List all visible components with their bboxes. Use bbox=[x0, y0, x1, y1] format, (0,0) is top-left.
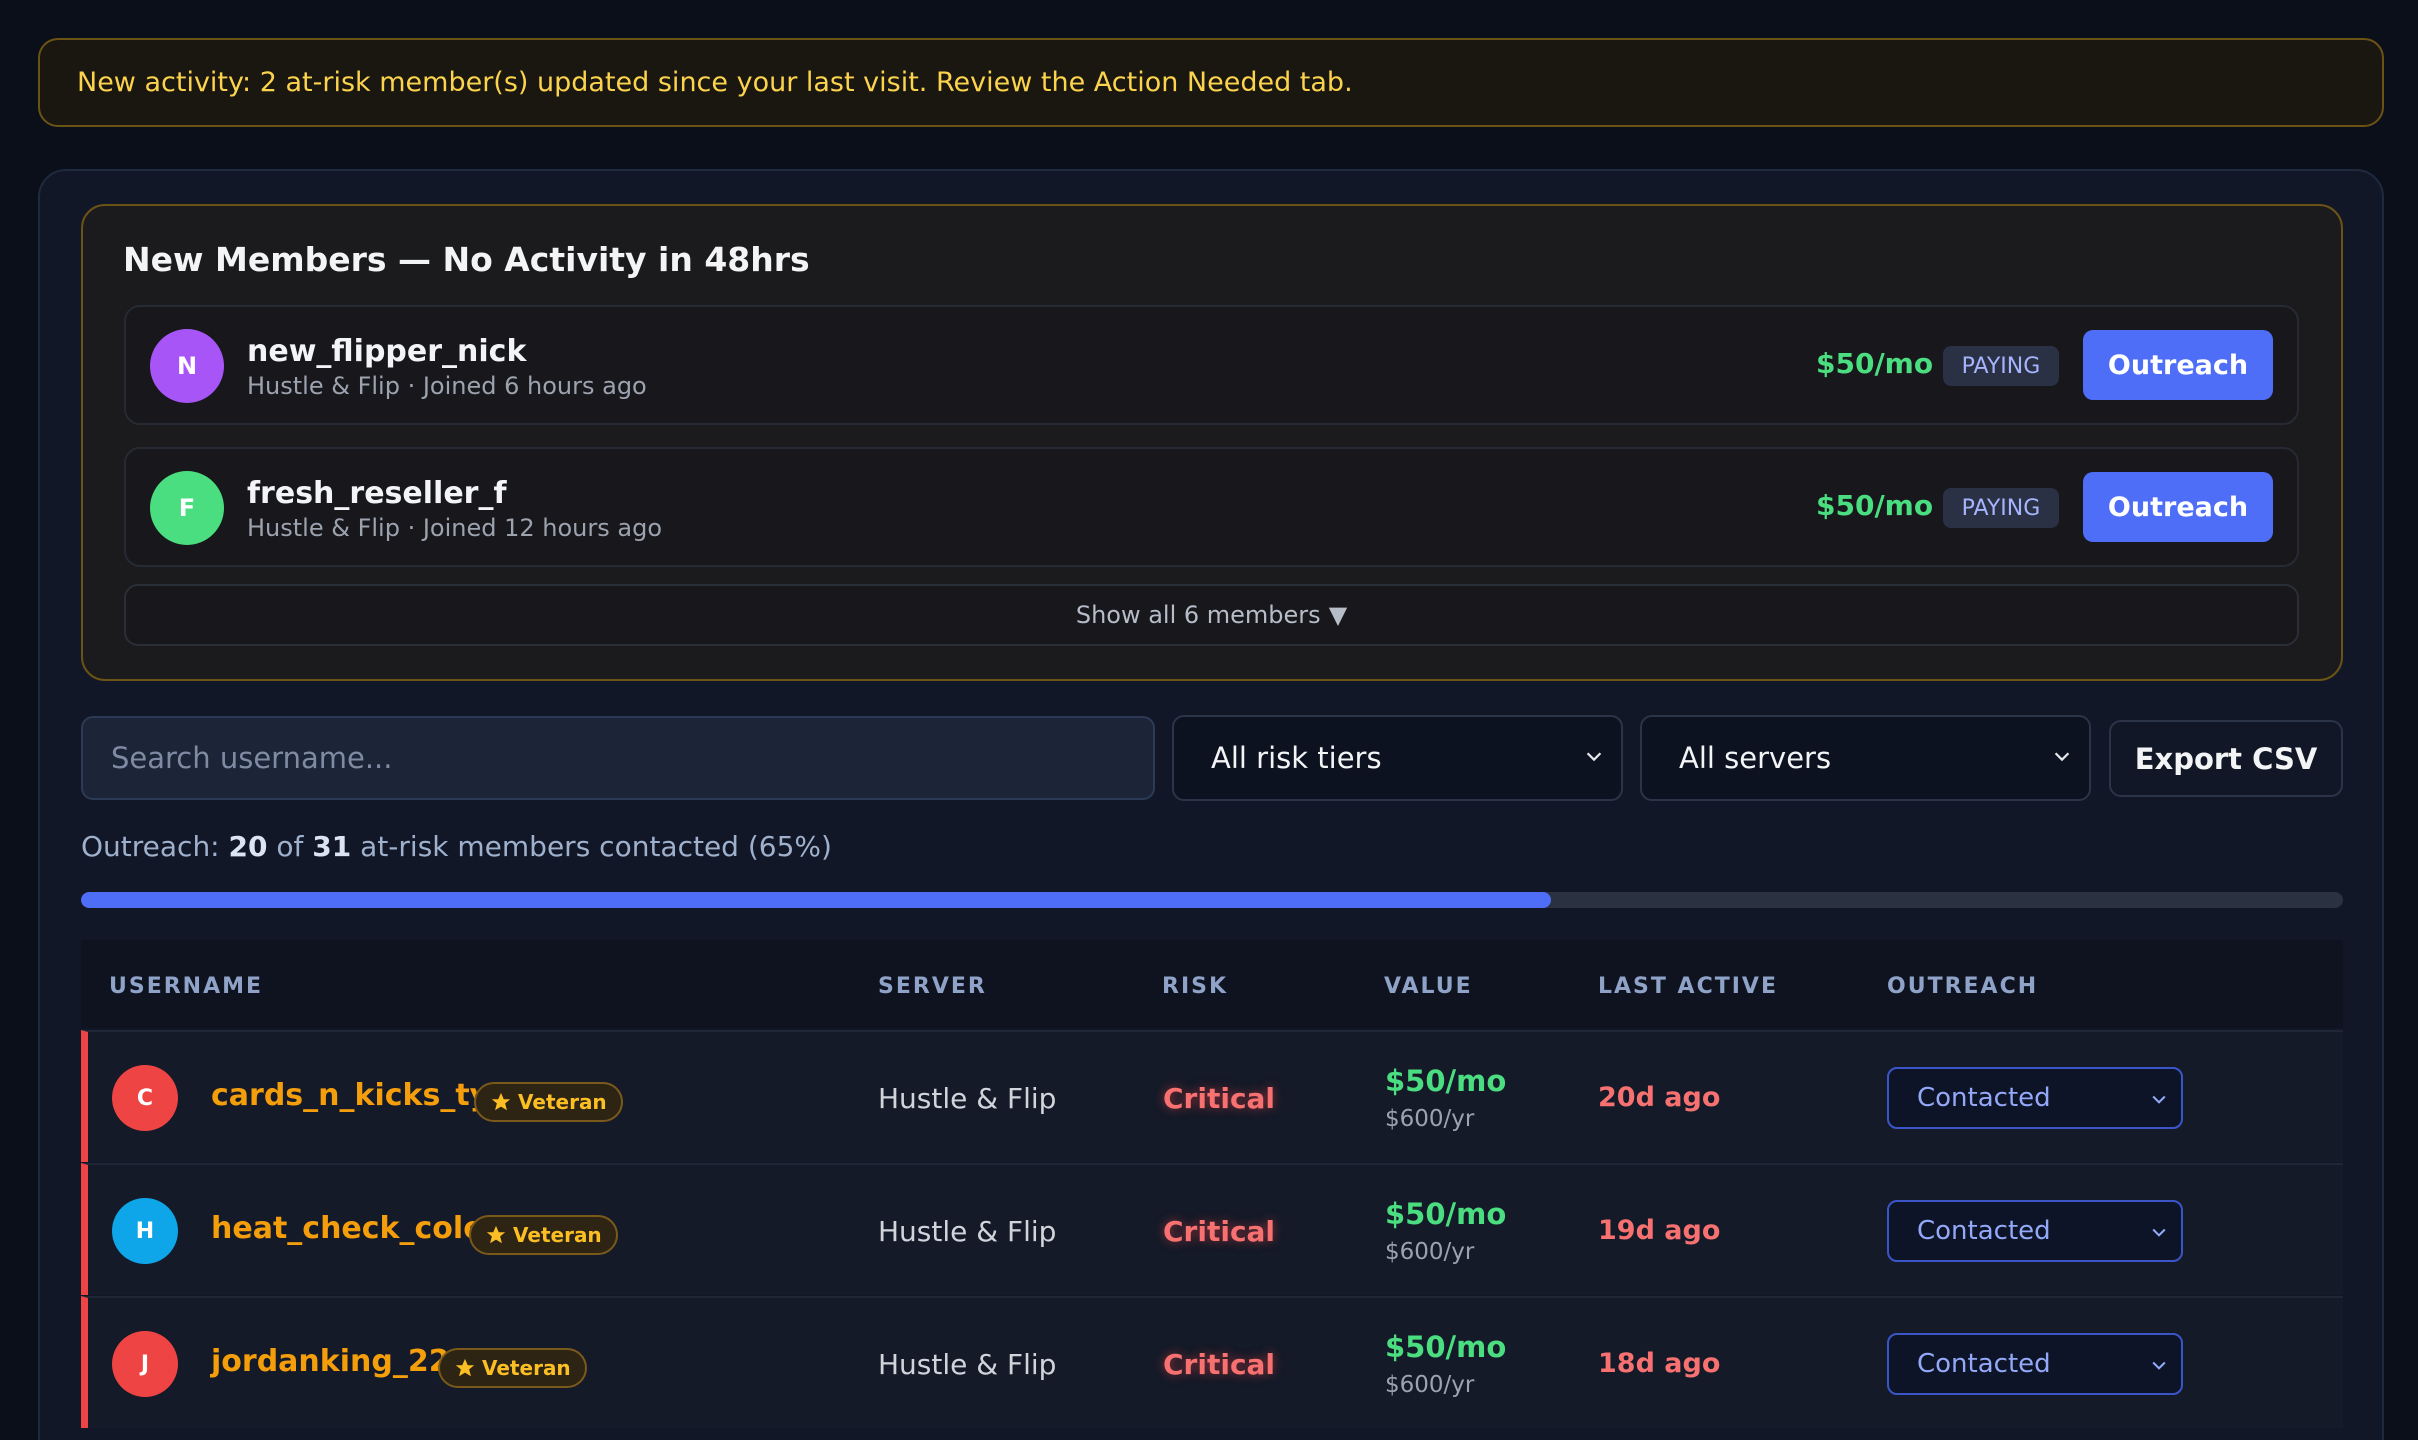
chevron-down-icon bbox=[2152, 1095, 2166, 1104]
veteran-badge: Veteran bbox=[469, 1215, 618, 1255]
outreach-status-value: Contacted bbox=[1917, 1083, 2051, 1113]
chevron-down-icon bbox=[2152, 1361, 2166, 1370]
avatar-initial: J bbox=[140, 1351, 150, 1377]
row-value-monthly: $50/mo bbox=[1385, 1197, 1507, 1231]
row-value-yearly: $600/yr bbox=[1385, 1239, 1475, 1265]
avatar: J bbox=[112, 1331, 178, 1397]
veteran-badge: Veteran bbox=[474, 1082, 623, 1122]
column-header-outreach[interactable]: OUTREACH bbox=[1887, 974, 2038, 999]
column-header-last-active[interactable]: LAST ACTIVE bbox=[1598, 974, 1778, 999]
outreach-status-value: Contacted bbox=[1917, 1216, 2051, 1246]
outreach-status-select[interactable]: Contacted bbox=[1887, 1333, 2183, 1395]
table-row[interactable]: C cards_n_kicks_ty Veteran Hustle & Flip… bbox=[81, 1030, 2343, 1162]
avatar: H bbox=[112, 1198, 178, 1264]
activity-banner-text: New activity: 2 at-risk member(s) update… bbox=[77, 67, 1353, 98]
column-header-risk[interactable]: RISK bbox=[1162, 974, 1228, 999]
show-all-members-button[interactable]: Show all 6 members ▼ bbox=[124, 584, 2299, 646]
column-header-value[interactable]: VALUE bbox=[1384, 974, 1473, 999]
search-input[interactable]: Search username... bbox=[81, 716, 1155, 800]
new-member-card: F fresh_reseller_f Hustle & Flip · Joine… bbox=[124, 447, 2299, 567]
member-price: $50/mo bbox=[1816, 489, 1934, 522]
table-row[interactable]: J jordanking_22 Veteran Hustle & Flip Cr… bbox=[81, 1296, 2343, 1428]
avatar: F bbox=[150, 471, 224, 545]
row-value-monthly: $50/mo bbox=[1385, 1064, 1507, 1098]
search-placeholder: Search username... bbox=[111, 741, 393, 775]
member-name: new_flipper_nick bbox=[247, 334, 527, 369]
star-icon bbox=[455, 1358, 475, 1377]
chevron-down-icon bbox=[2152, 1228, 2166, 1237]
row-risk: Critical bbox=[1163, 1215, 1276, 1248]
outreach-button[interactable]: Outreach bbox=[2083, 472, 2273, 542]
veteran-badge: Veteran bbox=[438, 1348, 587, 1388]
outreach-status-value: Contacted bbox=[1917, 1349, 2051, 1379]
member-subtitle: Hustle & Flip · Joined 6 hours ago bbox=[247, 372, 647, 400]
activity-banner: New activity: 2 at-risk member(s) update… bbox=[38, 38, 2384, 127]
progress-total: 31 bbox=[312, 830, 352, 863]
progress-contacted: 20 bbox=[228, 830, 268, 863]
member-name: fresh_reseller_f bbox=[247, 476, 507, 511]
avatar-initial: C bbox=[136, 1085, 154, 1111]
outreach-status-select[interactable]: Contacted bbox=[1887, 1200, 2183, 1262]
member-subtitle: Hustle & Flip · Joined 12 hours ago bbox=[247, 514, 663, 542]
triangle-down-icon: ▼ bbox=[1328, 601, 1348, 629]
risk-tier-select[interactable]: All risk tiers bbox=[1172, 715, 1623, 801]
chevron-down-icon bbox=[1586, 752, 1602, 762]
column-header-username[interactable]: USERNAME bbox=[109, 974, 263, 999]
table-header: USERNAME SERVER RISK VALUE LAST ACTIVE O… bbox=[81, 940, 2343, 1028]
new-member-card: N new_flipper_nick Hustle & Flip · Joine… bbox=[124, 305, 2299, 425]
progress-prefix: Outreach: bbox=[81, 830, 229, 863]
table-row[interactable]: H heat_check_cole Veteran Hustle & Flip … bbox=[81, 1163, 2343, 1295]
outreach-progress-fill bbox=[81, 892, 1552, 908]
avatar: C bbox=[112, 1065, 178, 1131]
status-badge: PAYING bbox=[1943, 488, 2059, 528]
row-server: Hustle & Flip bbox=[878, 1215, 1057, 1248]
row-value-yearly: $600/yr bbox=[1385, 1106, 1475, 1132]
row-server: Hustle & Flip bbox=[878, 1082, 1057, 1115]
avatar-initial: N bbox=[176, 352, 198, 380]
row-value-yearly: $600/yr bbox=[1385, 1372, 1475, 1398]
progress-suffix: at-risk members contacted (65%) bbox=[351, 830, 832, 863]
new-members-title: New Members — No Activity in 48hrs bbox=[123, 240, 810, 279]
veteran-badge-label: Veteran bbox=[518, 1090, 607, 1114]
outreach-progress-bar bbox=[81, 892, 2343, 908]
veteran-badge-label: Veteran bbox=[513, 1223, 602, 1247]
chevron-down-icon bbox=[2054, 752, 2070, 762]
avatar-initial: H bbox=[135, 1218, 155, 1244]
star-icon bbox=[491, 1092, 511, 1111]
row-username[interactable]: heat_check_cole bbox=[211, 1211, 484, 1246]
export-csv-button[interactable]: Export CSV bbox=[2109, 720, 2343, 797]
row-risk: Critical bbox=[1163, 1348, 1276, 1381]
status-badge: PAYING bbox=[1943, 346, 2059, 386]
risk-tier-select-value: All risk tiers bbox=[1211, 741, 1382, 775]
progress-of: of bbox=[267, 830, 313, 863]
avatar: N bbox=[150, 329, 224, 403]
row-last-active: 18d ago bbox=[1598, 1348, 1721, 1379]
show-all-label: Show all 6 members bbox=[1075, 601, 1321, 629]
row-last-active: 20d ago bbox=[1598, 1082, 1721, 1113]
row-username[interactable]: cards_n_kicks_ty bbox=[211, 1078, 489, 1113]
row-risk: Critical bbox=[1163, 1082, 1276, 1115]
outreach-progress-label: Outreach: 20 of 31 at-risk members conta… bbox=[81, 830, 832, 863]
member-price: $50/mo bbox=[1816, 347, 1934, 380]
outreach-button[interactable]: Outreach bbox=[2083, 330, 2273, 400]
outreach-status-select[interactable]: Contacted bbox=[1887, 1067, 2183, 1129]
server-select-value: All servers bbox=[1679, 741, 1832, 775]
row-username[interactable]: jordanking_22 bbox=[211, 1344, 450, 1379]
row-server: Hustle & Flip bbox=[878, 1348, 1057, 1381]
column-header-server[interactable]: SERVER bbox=[878, 974, 987, 999]
row-value-monthly: $50/mo bbox=[1385, 1330, 1507, 1364]
row-last-active: 19d ago bbox=[1598, 1215, 1721, 1246]
star-icon bbox=[486, 1225, 506, 1244]
server-select[interactable]: All servers bbox=[1640, 715, 2091, 801]
veteran-badge-label: Veteran bbox=[482, 1356, 571, 1380]
avatar-initial: F bbox=[178, 494, 196, 522]
